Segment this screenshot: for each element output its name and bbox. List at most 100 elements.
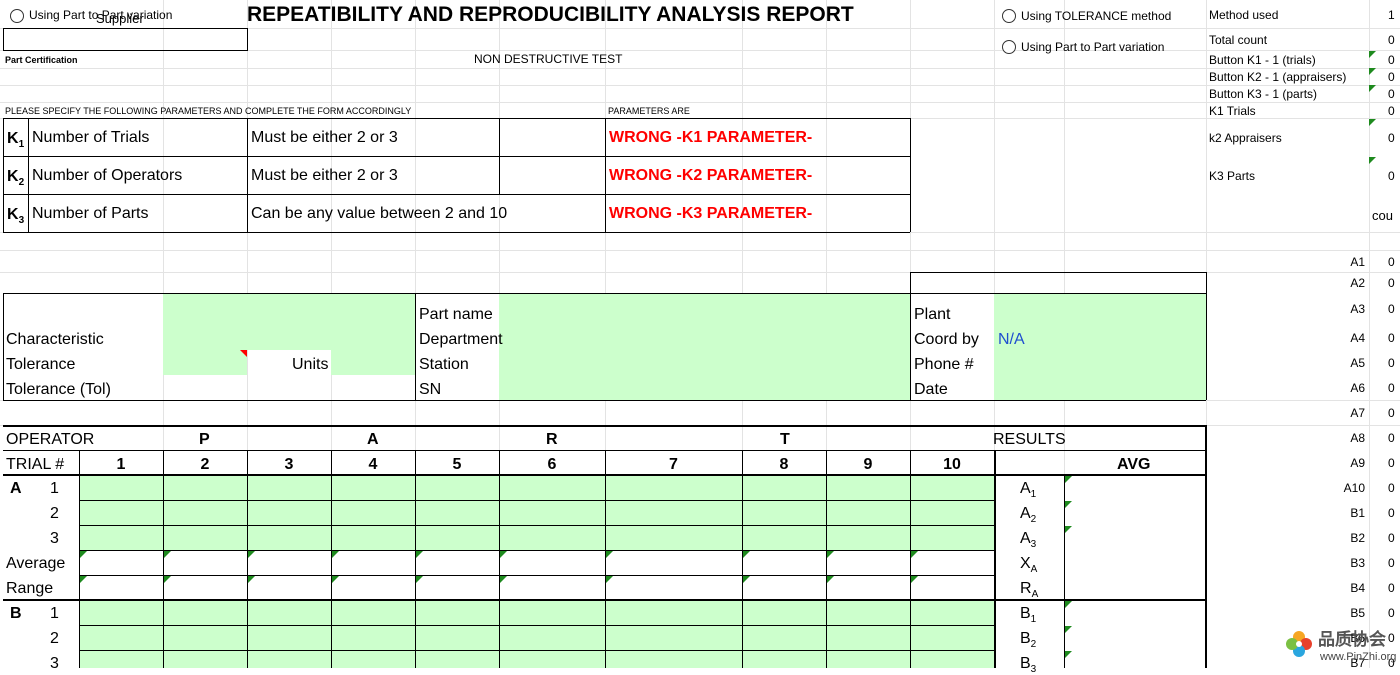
trial-header: TRIAL #	[6, 456, 65, 473]
part-to-part-radio[interactable]	[1002, 40, 1016, 54]
result-label-b1: B1	[1020, 605, 1037, 626]
side-k3-parts: K3 Parts	[1209, 169, 1256, 183]
phone-label: Phone #	[914, 356, 974, 373]
param-k1-input[interactable]	[500, 119, 604, 155]
side-code-a1-value: 0	[1388, 255, 1395, 269]
result-label-a3: A3	[1020, 530, 1037, 551]
side-code-b3-value: 0	[1388, 556, 1395, 570]
side-code-a9-value: 0	[1388, 456, 1395, 470]
trial-b2-label: 2	[50, 630, 59, 647]
result-label-b2: B2	[1020, 630, 1037, 651]
side-button-k2-value: 0	[1388, 70, 1395, 84]
side-code-a3: A3	[1350, 302, 1365, 316]
part-number-5: 5	[452, 456, 462, 473]
instructions-label: PLEASE SPECIFY THE FOLLOWING PARAMETERS …	[5, 106, 412, 116]
tolerance-method-label: Using TOLERANCE method	[1021, 9, 1172, 23]
units-label: Units	[292, 356, 329, 373]
side-code-b1-value: 0	[1388, 506, 1395, 520]
coord-by-label: Coord by	[914, 331, 979, 348]
side-k3-parts-value: 0	[1388, 169, 1395, 183]
date-label: Date	[914, 381, 948, 398]
operator-a-label: A	[10, 480, 22, 497]
result-label-a1: A1	[1020, 480, 1037, 501]
param-k1-symbol: K1	[7, 130, 25, 151]
param-k2-input[interactable]	[500, 157, 604, 193]
range-a-label: Range	[6, 580, 54, 597]
station-label: Station	[419, 356, 469, 373]
result-label-b3: B3	[1020, 655, 1037, 675]
side-code-b5: B5	[1350, 606, 1365, 620]
watermark-url: www.PinZhi.org	[1320, 651, 1397, 663]
part-certification-label: Part Certification	[5, 55, 78, 65]
plant-label: Plant	[914, 306, 951, 323]
side-button-k3: Button K3 - 1 (parts)	[1209, 87, 1318, 101]
param-k3-symbol: K3	[7, 206, 25, 227]
part-number-7: 7	[669, 456, 678, 473]
side-k2-appraisers-value: 0	[1388, 131, 1395, 145]
tolerance-label: Tolerance	[6, 356, 76, 373]
part-info-input[interactable]	[500, 294, 909, 399]
result-label-a2: A2	[1020, 505, 1037, 526]
trial-a3-label: 3	[50, 530, 59, 547]
side-code-a4-value: 0	[1388, 331, 1395, 345]
part-number-6: 6	[547, 456, 557, 473]
side-code-a6-value: 0	[1388, 381, 1395, 395]
side-method-used-value: 1	[1388, 8, 1395, 22]
operator-b-label: B	[10, 605, 22, 622]
param-k2-symbol: K2	[7, 168, 25, 189]
page-title: REPEATIBILITY AND REPRODUCIBILITY ANALYS…	[247, 3, 854, 26]
side-code-a7: A7	[1350, 406, 1365, 420]
param-k3-name: Number of Parts	[32, 205, 149, 222]
parameters-are-label: PARAMETERS ARE	[608, 106, 690, 116]
part-number-4: 4	[368, 456, 378, 473]
side-code-b4: B4	[1350, 581, 1365, 595]
tolerance-input[interactable]	[164, 351, 246, 374]
side-code-a10-value: 0	[1388, 481, 1395, 495]
non-destructive-test-label: NON DESTRUCTIVE TEST	[474, 52, 623, 66]
param-k2-rule: Must be either 2 or 3	[251, 167, 398, 184]
side-button-k1: Button K1 - 1 (trials)	[1209, 53, 1316, 67]
side-code-a5-value: 0	[1388, 356, 1395, 370]
side-code-a10: A10	[1343, 481, 1365, 495]
side-code-a1: A1	[1350, 255, 1365, 269]
part-number-2: 2	[200, 456, 210, 473]
side-button-k1-value: 0	[1388, 53, 1395, 67]
characteristic-label: Characteristic	[6, 331, 104, 348]
avg-header: AVG	[1117, 456, 1151, 473]
result-label-ra: RA	[1020, 580, 1039, 601]
results-header: RESULTS	[993, 431, 1066, 448]
method-radio-overlap[interactable]	[10, 9, 24, 23]
operator-header: OPERATOR	[6, 431, 95, 448]
result-label-xa: XA	[1020, 555, 1038, 576]
side-button-k3-value: 0	[1388, 87, 1395, 101]
side-button-k2: Button K2 - 1 (appraisers)	[1209, 70, 1347, 84]
side-k1-trials-value: 0	[1388, 104, 1395, 118]
side-k1-trials: K1 Trials	[1209, 104, 1256, 118]
side-code-a4: A4	[1350, 331, 1365, 345]
side-total-count-value: 0	[1388, 33, 1395, 47]
part-letter-r: R	[546, 431, 558, 448]
part-number-10: 10	[943, 456, 961, 473]
param-k3-status: WRONG -K3 PARAMETER-	[609, 205, 813, 222]
supplier-input[interactable]	[3, 28, 248, 51]
part-letter-t: T	[780, 431, 790, 448]
department-label: Department	[419, 331, 503, 348]
part-number-9: 9	[863, 456, 873, 473]
side-cou-label: cou	[1372, 208, 1393, 223]
side-code-b3: B3	[1350, 556, 1365, 570]
characteristic-input[interactable]	[164, 294, 414, 349]
side-code-b5-value: 0	[1388, 606, 1395, 620]
side-code-a2-value: 0	[1388, 276, 1395, 290]
side-code-a7-value: 0	[1388, 406, 1395, 420]
part-number-1: 1	[116, 456, 126, 473]
param-k1-name: Number of Trials	[32, 129, 150, 146]
part-letter-p: P	[199, 431, 210, 448]
param-k2-status: WRONG -K2 PARAMETER-	[609, 167, 813, 184]
trial-b1-label: 1	[50, 605, 59, 622]
side-code-b6-value: 0	[1388, 631, 1395, 645]
side-code-a5: A5	[1350, 356, 1365, 370]
part-to-part-label: Using Part to Part variation	[1021, 40, 1165, 54]
coord-by-value[interactable]: N/A	[998, 332, 1025, 348]
tolerance-method-radio[interactable]	[1002, 9, 1016, 23]
side-code-a8-value: 0	[1388, 431, 1395, 445]
